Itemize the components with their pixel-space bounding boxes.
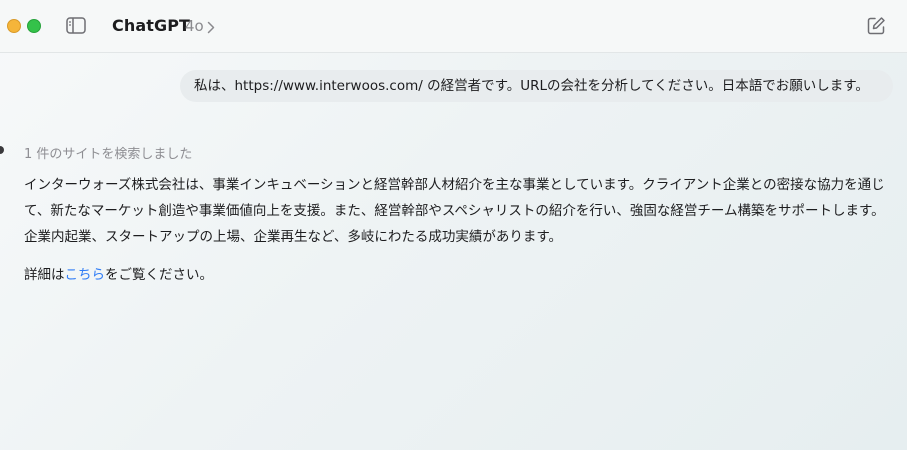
search-status[interactable]: 1 件のサイトを検索しました	[24, 143, 192, 162]
title-bar: ChatGPT 4o	[0, 0, 907, 53]
minimize-window-button[interactable]	[7, 19, 21, 33]
details-suffix: をご覧ください。	[105, 267, 213, 283]
details-link[interactable]: こちら	[65, 267, 106, 283]
assistant-message: インターウォーズ株式会社は、事業インキュベーションと経営幹部人材紹介を主な事業と…	[24, 172, 888, 288]
chevron-right-icon[interactable]	[207, 19, 215, 34]
zoom-window-button[interactable]	[27, 19, 41, 33]
details-line: 詳細はこちらをご覧ください。	[24, 262, 888, 288]
new-chat-icon[interactable]	[866, 16, 886, 36]
app-title: ChatGPT	[112, 16, 191, 35]
user-message-bubble: 私は、https://www.interwoos.com/ の経営者です。URL…	[180, 70, 893, 102]
details-prefix: 詳細は	[24, 267, 65, 283]
model-selector[interactable]: 4o	[185, 17, 204, 35]
message-indicator	[0, 146, 4, 154]
sidebar-toggle-icon[interactable]	[66, 17, 86, 34]
answer-paragraph: インターウォーズ株式会社は、事業インキュベーションと経営幹部人材紹介を主な事業と…	[24, 177, 885, 245]
